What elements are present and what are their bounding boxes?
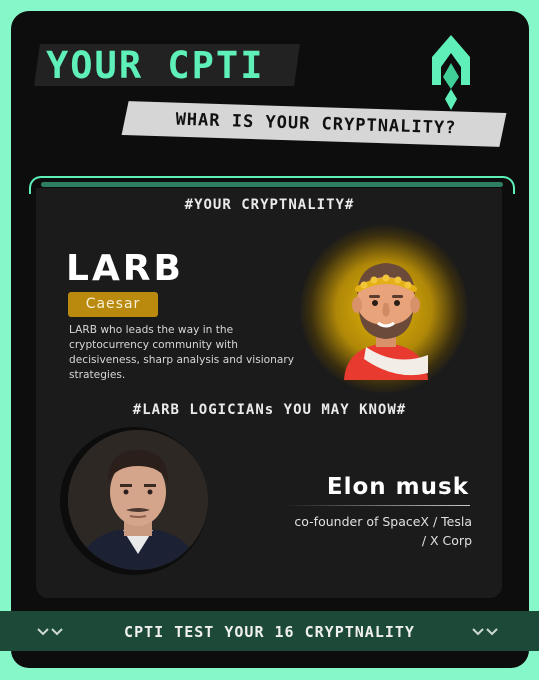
- page-title: YOUR CPTI: [46, 44, 265, 87]
- result-section-title: #YOUR CRYPTNALITY#: [184, 197, 355, 213]
- person-role-line2: / X Corp: [421, 533, 472, 548]
- type-name-badge: Caesar: [68, 292, 158, 317]
- cta-button[interactable]: CPTI TEST YOUR 16 CRYPTNALITY: [0, 611, 539, 651]
- person-role: co-founder of SpaceX / Tesla / X Corp: [250, 512, 472, 550]
- name-divider: [284, 505, 470, 506]
- person-role-line1: co-founder of SpaceX / Tesla: [294, 514, 472, 529]
- people-section-title: #LARB LOGICIANs YOU MAY KNOW#: [132, 402, 407, 418]
- double-chevron-down-icon: [472, 628, 498, 636]
- person-portrait: [68, 430, 208, 570]
- caesar-avatar-icon: [344, 263, 428, 380]
- person-name: Elon musk: [326, 474, 469, 500]
- type-description: LARB who leads the way in the cryptocurr…: [69, 324, 294, 381]
- rocket-logo-icon: [432, 35, 470, 110]
- type-code: LARB: [66, 248, 184, 289]
